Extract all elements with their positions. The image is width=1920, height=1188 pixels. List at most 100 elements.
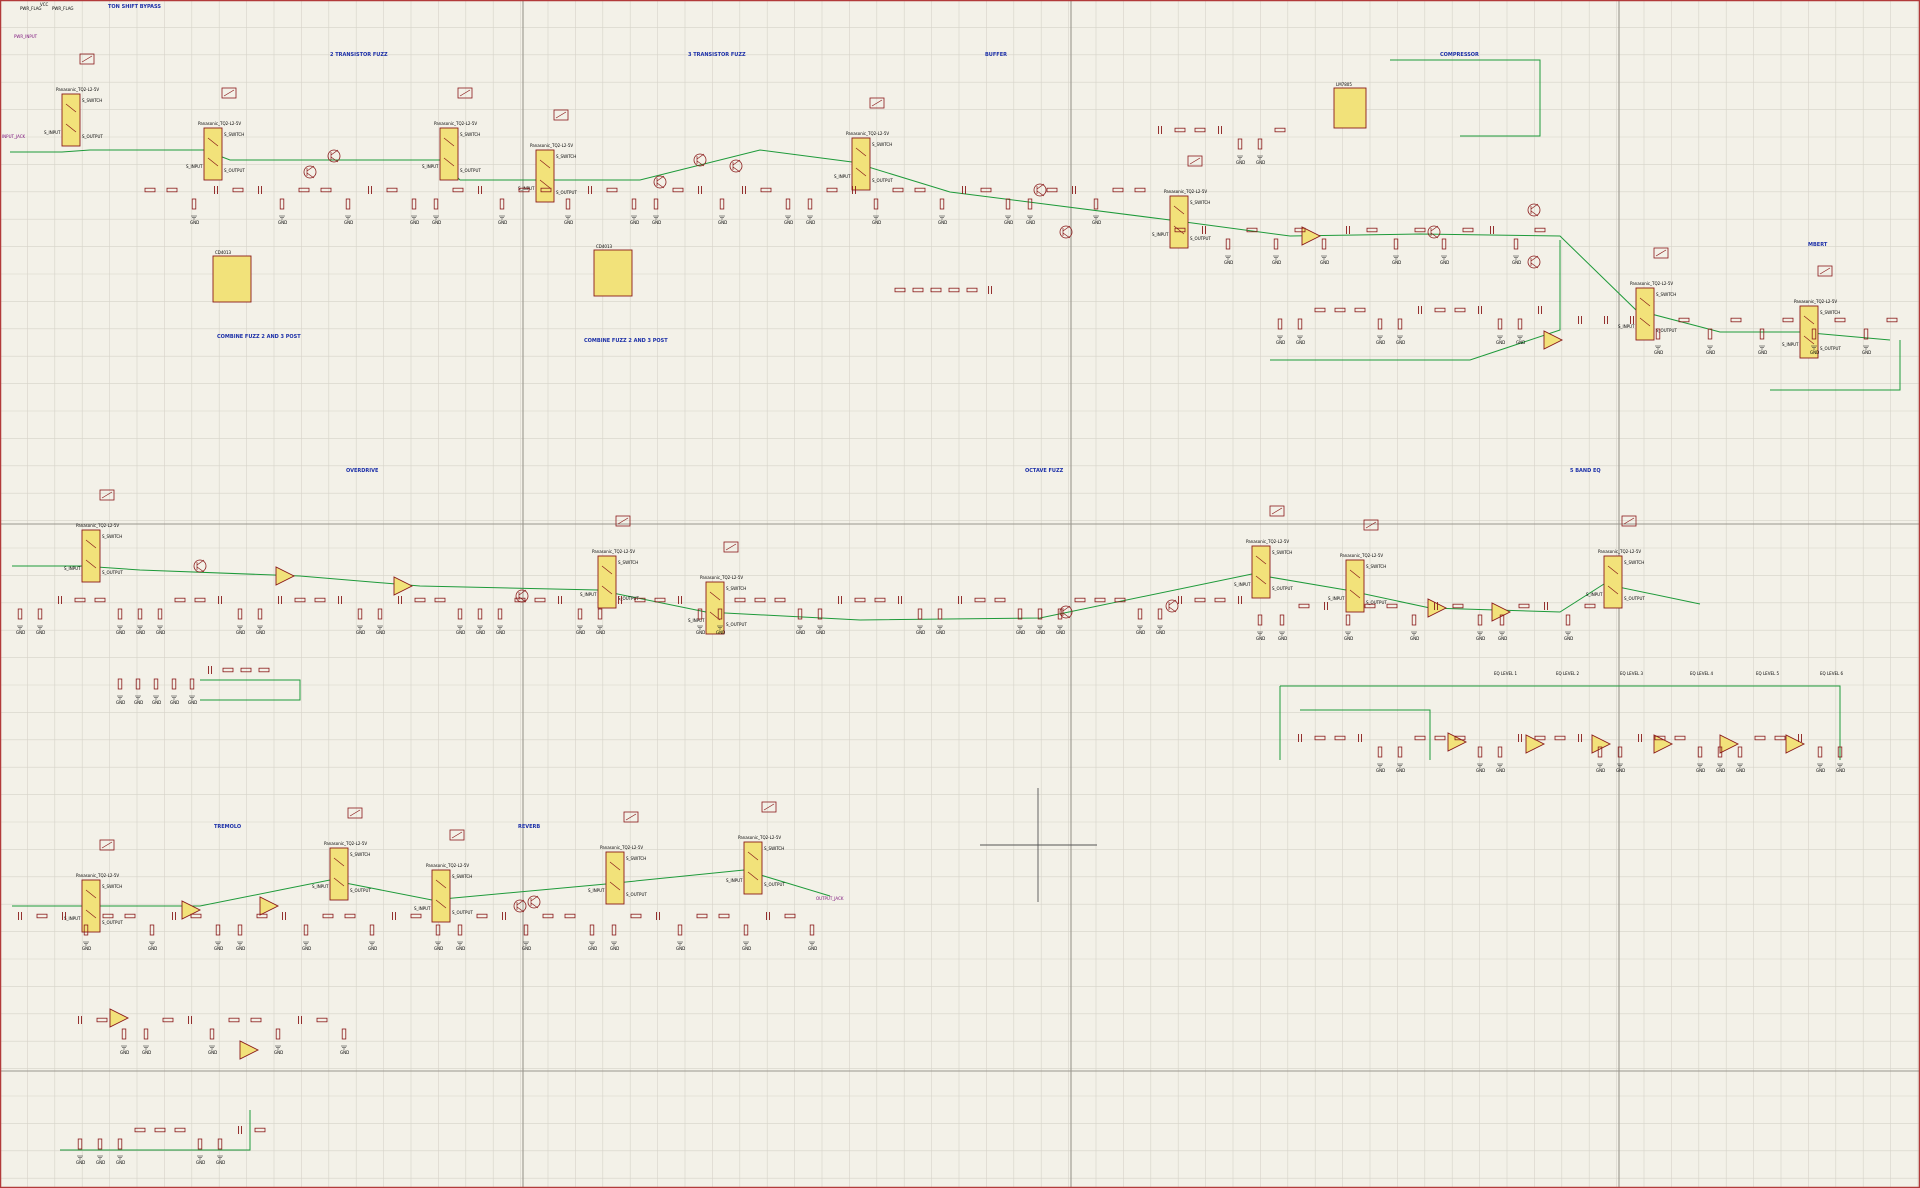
gnd-label: GND	[630, 220, 639, 225]
svg-text:S_INPUT: S_INPUT	[588, 888, 605, 893]
pwr-flag-label-2: PWR_FLAG	[52, 6, 74, 11]
gnd-label: GND	[1816, 768, 1825, 773]
svg-text:Panasonic_TQ2-L2-5V: Panasonic_TQ2-L2-5V	[1164, 189, 1207, 194]
gnd-label: GND	[564, 220, 573, 225]
gnd-label: GND	[784, 220, 793, 225]
gnd-label: GND	[610, 946, 619, 951]
svg-text:S_INPUT: S_INPUT	[1152, 232, 1169, 237]
svg-text:S_SWITCH: S_SWITCH	[872, 142, 892, 147]
svg-text:S_INPUT: S_INPUT	[580, 592, 597, 597]
svg-text:S_OUTPUT: S_OUTPUT	[460, 168, 481, 173]
gnd-label: GND	[1026, 220, 1035, 225]
gnd-label: GND	[236, 946, 245, 951]
gnd-label: GND	[1156, 630, 1165, 635]
gnd-label: GND	[1496, 768, 1505, 773]
gnd-label: GND	[36, 630, 45, 635]
svg-text:S_INPUT: S_INPUT	[64, 566, 81, 571]
gnd-label: GND	[496, 630, 505, 635]
gnd-label: GND	[1512, 260, 1521, 265]
svg-text:S_OUTPUT: S_OUTPUT	[1820, 346, 1841, 351]
svg-text:S_SWITCH: S_SWITCH	[726, 586, 746, 591]
svg-text:Panasonic_TQ2-L2-5V: Panasonic_TQ2-L2-5V	[198, 121, 241, 126]
svg-text:S_INPUT: S_INPUT	[1328, 596, 1345, 601]
gnd-label: GND	[170, 700, 179, 705]
gnd-label: GND	[498, 220, 507, 225]
svg-text:S_OUTPUT: S_OUTPUT	[872, 178, 893, 183]
gnd-label: GND	[1440, 260, 1449, 265]
svg-text:S_INPUT: S_INPUT	[64, 916, 81, 921]
svg-text:S_INPUT: S_INPUT	[186, 164, 203, 169]
gnd-label: GND	[936, 630, 945, 635]
gnd-label: GND	[1224, 260, 1233, 265]
svg-text:S_SWITCH: S_SWITCH	[224, 132, 244, 137]
svg-text:S_OUTPUT: S_OUTPUT	[102, 920, 123, 925]
svg-text:S_SWITCH: S_SWITCH	[1820, 310, 1840, 315]
gnd-label: GND	[134, 700, 143, 705]
eq-level-6-label: EQ LEVEL 6	[1820, 671, 1843, 676]
fuzz2-title: 2 TRANSISTOR FUZZ	[330, 52, 388, 58]
svg-text:S_SWITCH: S_SWITCH	[350, 852, 370, 857]
gnd-label: GND	[1016, 630, 1025, 635]
svg-text:S_SWITCH: S_SWITCH	[626, 856, 646, 861]
gnd-label: GND	[188, 700, 197, 705]
svg-text:S_OUTPUT: S_OUTPUT	[726, 622, 747, 627]
gnd-label: GND	[344, 220, 353, 225]
gnd-label: GND	[116, 630, 125, 635]
gnd-label: GND	[1736, 768, 1745, 773]
gnd-label: GND	[368, 946, 377, 951]
svg-text:S_OUTPUT: S_OUTPUT	[224, 168, 245, 173]
svg-text:Panasonic_TQ2-L2-5V: Panasonic_TQ2-L2-5V	[324, 841, 367, 846]
gnd-label: GND	[256, 630, 265, 635]
ic-chip: LM7805	[1333, 82, 1367, 129]
input-jack-label: INPUT_JACK	[2, 134, 26, 139]
gnd-label: GND	[434, 946, 443, 951]
svg-text:Panasonic_TQ2-L2-5V: Panasonic_TQ2-L2-5V	[700, 575, 743, 580]
eq-title: 5 BAND EQ	[1570, 468, 1601, 474]
gnd-label: GND	[1004, 220, 1013, 225]
gnd-label: GND	[718, 220, 727, 225]
svg-text:Panasonic_TQ2-L2-5V: Panasonic_TQ2-L2-5V	[738, 835, 781, 840]
gnd-label: GND	[410, 220, 419, 225]
svg-text:S_SWITCH: S_SWITCH	[764, 846, 784, 851]
gnd-label: GND	[190, 220, 199, 225]
svg-text:S_SWITCH: S_SWITCH	[1190, 200, 1210, 205]
gnd-label: GND	[1376, 768, 1385, 773]
svg-text:S_OUTPUT: S_OUTPUT	[556, 190, 577, 195]
svg-text:S_OUTPUT: S_OUTPUT	[1190, 236, 1211, 241]
pwr-input-label: PWR_INPUT	[14, 34, 38, 39]
gnd-label: GND	[676, 946, 685, 951]
svg-text:Panasonic_TQ2-L2-5V: Panasonic_TQ2-L2-5V	[1340, 553, 1383, 558]
gnd-label: GND	[1596, 768, 1605, 773]
vcc-label: VCC	[40, 2, 49, 7]
gnd-label: GND	[208, 1050, 217, 1055]
gnd-label: GND	[1476, 768, 1485, 773]
gnd-label: GND	[196, 1160, 205, 1165]
svg-text:S_SWITCH: S_SWITCH	[452, 874, 472, 879]
eq-level-1-label: EQ LEVEL 1	[1494, 671, 1517, 676]
gnd-label: GND	[1392, 260, 1401, 265]
svg-text:Panasonic_TQ2-L2-5V: Panasonic_TQ2-L2-5V	[426, 863, 469, 868]
svg-text:S_OUTPUT: S_OUTPUT	[1624, 596, 1645, 601]
ic-chip: CD4013	[593, 244, 633, 297]
gnd-label: GND	[476, 630, 485, 635]
gnd-label: GND	[1344, 636, 1353, 641]
gnd-label: GND	[148, 946, 157, 951]
svg-text:S_SWITCH: S_SWITCH	[618, 560, 638, 565]
svg-text:Panasonic_TQ2-L2-5V: Panasonic_TQ2-L2-5V	[1630, 281, 1673, 286]
svg-text:S_INPUT: S_INPUT	[1618, 324, 1635, 329]
gnd-label: GND	[152, 700, 161, 705]
eq-level-2-label: EQ LEVEL 2	[1556, 671, 1579, 676]
gnd-label: GND	[142, 1050, 151, 1055]
svg-text:Panasonic_TQ2-L2-5V: Panasonic_TQ2-L2-5V	[846, 131, 889, 136]
ton-shift-bypass-label: TON SHIFT BYPASS	[108, 4, 161, 10]
svg-text:S_INPUT: S_INPUT	[1586, 592, 1603, 597]
gnd-label: GND	[816, 630, 825, 635]
svg-text:S_SWITCH: S_SWITCH	[82, 98, 102, 103]
tremolo-title: TREMOLO	[214, 824, 241, 830]
svg-text:S_SWITCH: S_SWITCH	[1624, 560, 1644, 565]
gnd-label: GND	[432, 220, 441, 225]
gnd-label: GND	[376, 630, 385, 635]
gnd-label: GND	[1236, 160, 1245, 165]
gnd-label: GND	[588, 946, 597, 951]
gnd-label: GND	[1616, 768, 1625, 773]
